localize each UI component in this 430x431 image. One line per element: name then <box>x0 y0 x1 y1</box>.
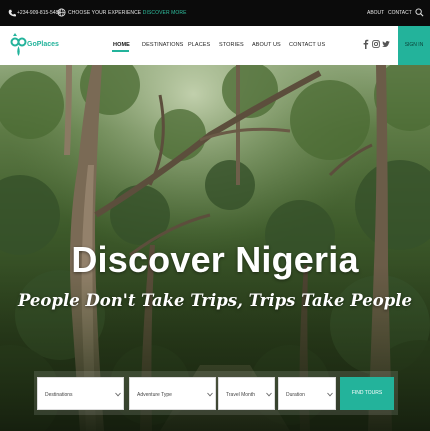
nav-item-contact-us[interactable]: CONTACT US <box>289 42 325 48</box>
search-icon[interactable] <box>415 8 424 17</box>
adventure-type-select[interactable]: Adventure Type <box>129 377 216 410</box>
chevron-down-icon <box>327 392 333 397</box>
adventure-type-select-label: Adventure Type <box>137 392 172 398</box>
logo-mark-icon <box>10 33 27 56</box>
facebook-icon[interactable] <box>362 39 370 49</box>
promo-text: CHOOSE YOUR EXPERIENCE DISCOVER MORE <box>68 10 187 16</box>
main-nav: GoPlaces HOME DESTINATIONS PLACES STORIE… <box>0 26 430 65</box>
top-bar: +234-909-815-5488 CHOOSE YOUR EXPERIENCE… <box>0 0 430 26</box>
chevron-down-icon <box>115 392 121 397</box>
chevron-down-icon <box>207 392 213 397</box>
chevron-down-icon <box>266 392 272 397</box>
find-tours-button[interactable]: FIND TOURS <box>340 377 394 410</box>
nav-active-indicator <box>112 50 129 52</box>
hero-section: Discover Nigeria People Don't Take Trips… <box>0 65 430 431</box>
destinations-select-label: Destinations <box>45 392 73 398</box>
discover-more-link[interactable]: DISCOVER MORE <box>143 10 187 16</box>
travel-month-select-label: Travel Month <box>226 392 255 398</box>
topbar-contact-link[interactable]: CONTACT <box>388 10 412 16</box>
travel-month-select[interactable]: Travel Month <box>218 377 275 410</box>
duration-select-label: Duration <box>286 392 305 398</box>
duration-select[interactable]: Duration <box>278 377 336 410</box>
hero-subtitle: People Don't Take Trips, Trips Take Peop… <box>17 291 413 310</box>
twitter-icon[interactable] <box>382 39 390 49</box>
nav-item-places[interactable]: PLACES <box>188 42 210 48</box>
phone-icon <box>8 9 16 17</box>
tour-search-panel: Destinations Adventure Type Travel Month… <box>34 371 398 415</box>
instagram-icon[interactable] <box>372 39 380 49</box>
topbar-separator: · <box>382 10 384 16</box>
nav-item-stories[interactable]: STORIES <box>219 42 244 48</box>
nav-item-home[interactable]: HOME <box>113 42 130 48</box>
promo-label: CHOOSE YOUR EXPERIENCE <box>68 10 142 16</box>
nav-item-about-us[interactable]: ABOUT US <box>252 42 281 48</box>
nav-item-destinations[interactable]: DESTINATIONS <box>142 42 183 48</box>
sign-in-button[interactable]: SIGN IN <box>398 26 430 65</box>
destinations-select[interactable]: Destinations <box>37 377 124 410</box>
logo[interactable]: GoPlaces <box>10 32 70 58</box>
phone-number[interactable]: +234-909-815-5488 <box>17 10 61 16</box>
logo-text: GoPlaces <box>27 41 59 48</box>
globe-icon <box>57 8 66 17</box>
hero-title: Discover Nigeria <box>71 239 359 280</box>
